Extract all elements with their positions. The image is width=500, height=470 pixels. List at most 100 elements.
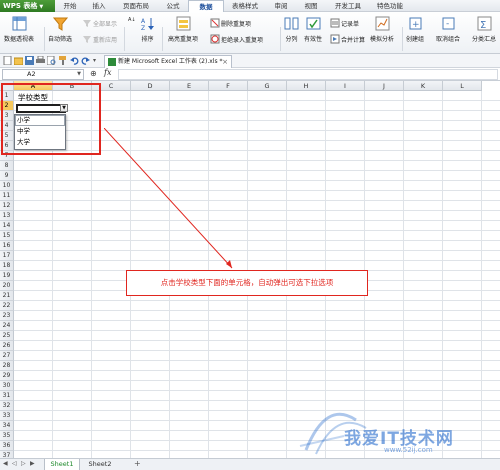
pivot-table-icon: [12, 16, 27, 31]
document-tab[interactable]: 新建 Microsoft Excel 工作表 (2).xls * ×: [104, 55, 232, 68]
row-header[interactable]: 33: [0, 411, 14, 421]
row-header[interactable]: 23: [0, 311, 14, 321]
tab-table-style[interactable]: 表格样式: [224, 0, 266, 12]
formula-bar: A2 ▼ ⊕ fx: [0, 68, 500, 81]
name-box[interactable]: A2 ▼: [2, 69, 84, 80]
row-header[interactable]: 10: [0, 181, 14, 191]
highlight-duplicates-button[interactable]: 高亮重复项: [168, 16, 198, 43]
column-header[interactable]: E: [170, 81, 209, 91]
column-header[interactable]: I: [326, 81, 365, 91]
tab-formulas[interactable]: 公式: [158, 0, 188, 12]
new-file-icon[interactable]: [3, 56, 12, 65]
split-column-icon: [284, 16, 299, 31]
row-header[interactable]: 28: [0, 361, 14, 371]
sheet-tab-bar: ◀ ◁ ▷ ▶ Sheet1 Sheet2 +: [0, 458, 500, 470]
ungroup-button[interactable]: - 取消组合: [436, 16, 460, 43]
add-sheet-icon[interactable]: +: [134, 459, 141, 468]
row-header[interactable]: 30: [0, 381, 14, 391]
print-preview-icon[interactable]: [47, 56, 56, 65]
tab-page-layout[interactable]: 页面布局: [114, 0, 158, 12]
row-header[interactable]: 11: [0, 191, 14, 201]
create-group-label: 创建组: [406, 36, 425, 43]
tab-view[interactable]: 视图: [296, 0, 326, 12]
show-all-button[interactable]: 全部显示: [82, 18, 117, 28]
prev-sheet-icon[interactable]: ◁: [12, 460, 17, 467]
tab-developer[interactable]: 开发工具: [326, 0, 370, 12]
row-header[interactable]: 34: [0, 421, 14, 431]
row-header[interactable]: 16: [0, 241, 14, 251]
next-sheet-icon[interactable]: ▷: [21, 460, 26, 467]
format-painter-icon[interactable]: [58, 56, 67, 65]
row-header[interactable]: 18: [0, 261, 14, 271]
row-header[interactable]: 35: [0, 431, 14, 441]
subtotal-button[interactable]: Σ 分类汇总: [472, 16, 496, 43]
row-header[interactable]: 29: [0, 371, 14, 381]
column-header[interactable]: F: [209, 81, 248, 91]
first-sheet-icon[interactable]: ◀: [3, 460, 8, 467]
row-header[interactable]: 32: [0, 401, 14, 411]
column-header[interactable]: G: [248, 81, 287, 91]
sheet-tab-sheet2[interactable]: Sheet2: [82, 459, 118, 470]
tab-insert[interactable]: 插入: [84, 0, 114, 12]
app-menu-button[interactable]: WPS 表格 ▼: [0, 0, 55, 12]
row-header[interactable]: 36: [0, 441, 14, 451]
tab-special[interactable]: 特色功能: [370, 0, 410, 12]
row-header[interactable]: 19: [0, 271, 14, 281]
row-header[interactable]: 37: [0, 451, 14, 458]
what-if-button[interactable]: 模拟分析: [370, 16, 394, 43]
tab-review[interactable]: 审阅: [266, 0, 296, 12]
fx-icon[interactable]: fx: [104, 68, 111, 77]
tab-data[interactable]: 数据: [188, 0, 224, 12]
remove-duplicates-button[interactable]: 删除重复项: [210, 18, 251, 28]
create-group-button[interactable]: + 创建组: [406, 16, 424, 43]
column-header[interactable]: D: [131, 81, 170, 91]
row-header[interactable]: 22: [0, 301, 14, 311]
row-header[interactable]: 13: [0, 211, 14, 221]
row-header[interactable]: 15: [0, 231, 14, 241]
undo-icon[interactable]: [70, 56, 79, 65]
reject-duplicates-button[interactable]: 拒绝录入重复项: [210, 34, 263, 44]
row-header[interactable]: 12: [0, 201, 14, 211]
row-header[interactable]: 14: [0, 221, 14, 231]
reapply-button[interactable]: 重新应用: [82, 34, 117, 44]
sort-button[interactable]: AZ 排序: [140, 16, 155, 43]
row-header[interactable]: 17: [0, 251, 14, 261]
highlight-duplicates-label: 高亮重复项: [168, 36, 199, 43]
open-folder-icon[interactable]: [14, 56, 23, 65]
autofilter-button[interactable]: 自动筛选: [48, 16, 72, 43]
print-icon[interactable]: [36, 56, 45, 65]
sheet-tab-sheet1[interactable]: Sheet1: [44, 459, 80, 470]
tab-home[interactable]: 开始: [56, 0, 84, 12]
row-header[interactable]: 9: [0, 171, 14, 181]
row-header[interactable]: 26: [0, 341, 14, 351]
pivot-table-button[interactable]: 数据透视表: [4, 16, 34, 43]
row-header[interactable]: 21: [0, 291, 14, 301]
save-icon[interactable]: [25, 56, 34, 65]
column-header[interactable]: H: [287, 81, 326, 91]
row-header[interactable]: 31: [0, 391, 14, 401]
sort-asc-button[interactable]: A↓: [128, 17, 136, 23]
row-header[interactable]: 25: [0, 331, 14, 341]
row-header[interactable]: 8: [0, 161, 14, 171]
chevron-down-icon[interactable]: ▾: [93, 57, 96, 64]
row-header[interactable]: 24: [0, 321, 14, 331]
record-form-button[interactable]: 记录单: [330, 18, 359, 28]
column-header[interactable]: L: [443, 81, 482, 91]
consolidate-button[interactable]: 合并计算: [330, 34, 365, 44]
svg-text:+: +: [412, 20, 420, 30]
column-header[interactable]: J: [365, 81, 404, 91]
svg-text:A: A: [141, 18, 146, 25]
chevron-down-icon[interactable]: ▼: [77, 70, 81, 79]
split-column-button[interactable]: 分列: [284, 16, 299, 43]
close-icon[interactable]: ×: [222, 56, 228, 68]
row-header[interactable]: 20: [0, 281, 14, 291]
formula-input[interactable]: [118, 69, 498, 80]
row-header[interactable]: 27: [0, 351, 14, 361]
last-sheet-icon[interactable]: ▶: [30, 460, 35, 467]
ungroup-icon: -: [441, 16, 456, 31]
redo-icon[interactable]: [81, 56, 90, 65]
zoom-icon[interactable]: ⊕: [90, 69, 97, 78]
validity-button[interactable]: 有效性: [304, 16, 322, 43]
pivot-table-label: 数据透视表: [4, 36, 35, 43]
column-header[interactable]: K: [404, 81, 443, 91]
